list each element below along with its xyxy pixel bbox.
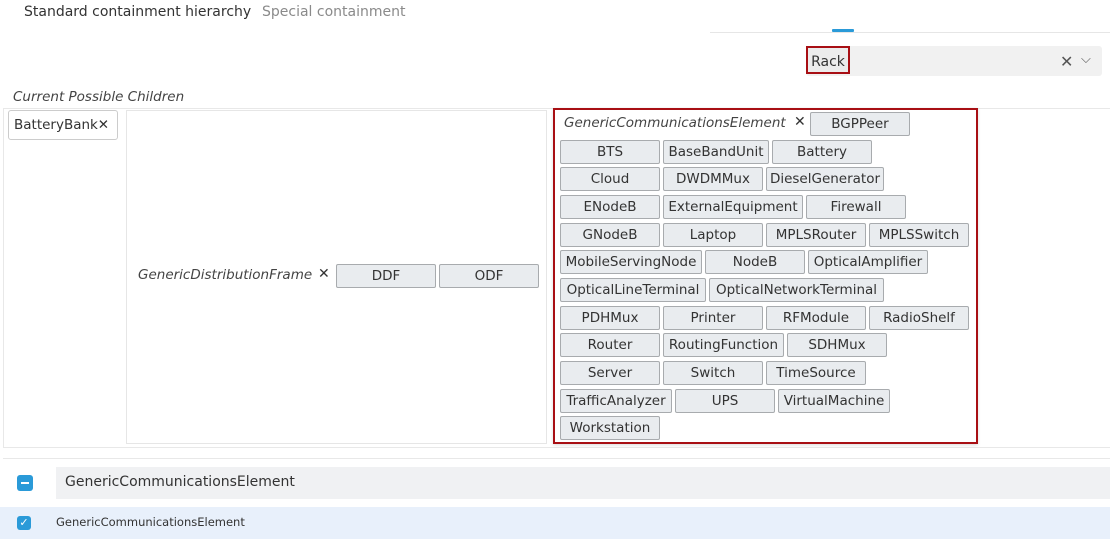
child-chip[interactable]: TrafficAnalyzer <box>560 389 672 413</box>
child-chip[interactable]: ExternalEquipment <box>663 195 803 219</box>
child-chip[interactable]: MobileServingNode <box>560 250 702 274</box>
active-tab-indicator <box>832 29 854 32</box>
child-chip[interactable]: PDHMux <box>560 306 660 330</box>
chevron-down-icon[interactable]: ⌵ <box>1081 52 1091 67</box>
child-chip[interactable]: ENodeB <box>560 195 660 219</box>
remove-icon[interactable]: ✕ <box>98 111 109 139</box>
child-chip[interactable]: Battery <box>772 140 872 164</box>
divider <box>3 458 1110 459</box>
child-chip[interactable]: RoutingFunction <box>663 333 784 357</box>
tab-bar <box>710 0 1110 33</box>
gce-label: GenericCommunicationsElement <box>564 115 786 131</box>
tree-row-label: GenericCommunicationsElement <box>56 515 245 529</box>
tab-standard-containment[interactable]: Standard containment hierarchy <box>24 3 251 21</box>
child-chip[interactable]: NodeB <box>705 250 805 274</box>
gdf-label: GenericDistributionFrame <box>138 267 313 283</box>
child-chip[interactable]: VirtualMachine <box>778 389 890 413</box>
battery-bank-label: BatteryBank <box>14 117 98 133</box>
child-chip[interactable]: OpticalAmplifier <box>808 250 928 274</box>
tree-header[interactable]: GenericCommunicationsElement <box>56 467 1110 499</box>
remove-icon[interactable]: ✕ <box>794 114 806 130</box>
gdf-column: GenericDistributionFrame ✕ DDF ODF <box>126 110 547 444</box>
child-chip[interactable]: Switch <box>663 361 763 385</box>
child-chip[interactable]: BTS <box>560 140 660 164</box>
child-chip[interactable]: Cloud <box>560 167 660 191</box>
remove-icon[interactable]: ✕ <box>318 266 330 282</box>
child-chip[interactable]: UPS <box>675 389 775 413</box>
child-chip[interactable]: BGPPeer <box>810 112 910 136</box>
child-chip[interactable]: Firewall <box>806 195 906 219</box>
tab-special-containment[interactable]: Special containment <box>262 3 405 21</box>
child-chip[interactable]: Server <box>560 361 660 385</box>
child-chip[interactable]: DDF <box>336 264 436 288</box>
child-chip[interactable]: RadioShelf <box>869 306 969 330</box>
child-chip[interactable]: OpticalNetworkTerminal <box>709 278 884 302</box>
collapse-checkbox[interactable] <box>17 475 33 491</box>
child-chip[interactable]: ODF <box>439 264 539 288</box>
child-chip[interactable]: OpticalLineTerminal <box>560 278 706 302</box>
child-chip[interactable]: Workstation <box>560 416 660 440</box>
row-checkbox[interactable]: ✓ <box>17 516 31 530</box>
panel-title: Current Possible Children <box>13 89 185 105</box>
child-chip[interactable]: DWDMMux <box>663 167 763 191</box>
child-chip[interactable]: Printer <box>663 306 763 330</box>
child-chip[interactable]: TimeSource <box>766 361 866 385</box>
child-chip[interactable]: BaseBandUnit <box>663 140 769 164</box>
class-selector[interactable]: Rack ✕ ⌵ <box>806 46 1102 76</box>
child-chip[interactable]: RFModule <box>766 306 866 330</box>
clear-icon[interactable]: ✕ <box>1060 52 1073 71</box>
child-chip[interactable]: DieselGenerator <box>766 167 884 191</box>
child-chip[interactable]: GNodeB <box>560 223 660 247</box>
tree-header-label: GenericCommunicationsElement <box>65 474 295 490</box>
child-chip[interactable]: SDHMux <box>787 333 887 357</box>
child-chip[interactable]: MPLSSwitch <box>869 223 969 247</box>
selected-class-chip[interactable]: Rack <box>806 46 850 74</box>
child-chip[interactable]: Router <box>560 333 660 357</box>
child-chip[interactable]: MPLSRouter <box>766 223 866 247</box>
battery-bank-chip[interactable]: BatteryBank ✕ <box>8 110 118 140</box>
child-chip[interactable]: Laptop <box>663 223 763 247</box>
